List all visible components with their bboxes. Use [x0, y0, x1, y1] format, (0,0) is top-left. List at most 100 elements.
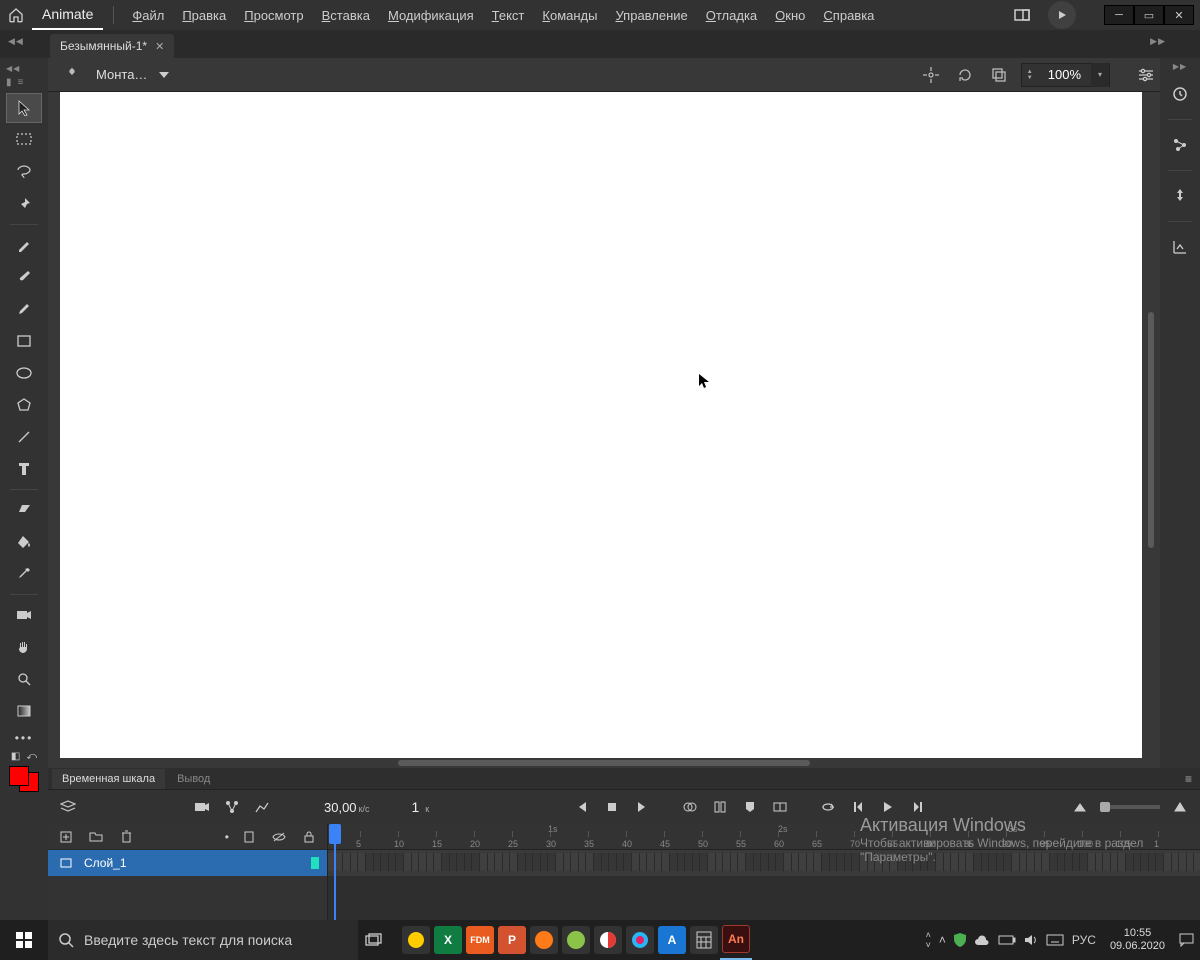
menu-window[interactable]: Окно: [767, 0, 813, 30]
properties-panel-icon[interactable]: [1165, 79, 1195, 109]
tab-timeline[interactable]: Временная шкала: [52, 769, 165, 789]
play-button[interactable]: [878, 797, 898, 817]
new-layer-button[interactable]: [56, 827, 76, 847]
taskbar-search[interactable]: Введите здесь текст для поиска: [48, 920, 358, 960]
fill-stroke-swatch[interactable]: [9, 766, 39, 792]
new-folder-button[interactable]: [86, 827, 106, 847]
lasso-tool[interactable]: [6, 157, 42, 187]
lock-header-icon[interactable]: [299, 827, 319, 847]
taskbar-app-blue[interactable]: A: [656, 920, 688, 960]
taskbar-app-globe[interactable]: [592, 920, 624, 960]
layer-outline-swatch[interactable]: [311, 857, 319, 869]
menu-edit[interactable]: Правка: [174, 0, 234, 30]
tray-volume-icon[interactable]: [1024, 934, 1038, 946]
panel-grip-icon[interactable]: ▮: [6, 77, 12, 88]
tray-shield-icon[interactable]: [954, 933, 966, 947]
panel-menu-icon[interactable]: ≡: [18, 77, 24, 88]
assets-panel-icon[interactable]: [1165, 181, 1195, 211]
marker-button[interactable]: [740, 797, 760, 817]
stop-button[interactable]: [602, 797, 622, 817]
menu-modify[interactable]: Модификация: [380, 0, 482, 30]
taskbar-app-fdm[interactable]: FDM: [464, 920, 496, 960]
minimize-button[interactable]: ─: [1104, 5, 1134, 25]
taskbar-app-calculator[interactable]: [688, 920, 720, 960]
oval-tool[interactable]: [6, 358, 42, 388]
delete-layer-button[interactable]: [116, 827, 136, 847]
rectangle-tool[interactable]: [6, 326, 42, 356]
camera-layer-icon[interactable]: [192, 797, 212, 817]
line-tool[interactable]: [6, 422, 42, 452]
default-colors-icon[interactable]: ◧: [11, 751, 20, 762]
align-panel-icon[interactable]: [1165, 232, 1195, 262]
tray-up-icon[interactable]: ˄: [939, 933, 946, 947]
zoom-timeline-in-icon[interactable]: [1170, 797, 1190, 817]
task-view-button[interactable]: [358, 920, 390, 960]
frame-ruler[interactable]: 1s 2s 3s 5101520253035404550556065707580…: [328, 824, 1200, 850]
menu-help[interactable]: Справка: [815, 0, 882, 30]
zoom-dropdown-icon[interactable]: ▾: [1091, 63, 1109, 87]
test-movie-button[interactable]: [1048, 1, 1076, 29]
zoom-stepper-icon[interactable]: ▲▼: [1022, 63, 1038, 87]
tray-cloud-icon[interactable]: [974, 935, 990, 946]
tray-expand-icon[interactable]: ˄˅: [926, 930, 931, 950]
menu-commands[interactable]: Команды: [534, 0, 605, 30]
workspace-switch-icon[interactable]: [1008, 1, 1036, 29]
taskbar-app-orange-circle[interactable]: [528, 920, 560, 960]
onion-skin-button[interactable]: [680, 797, 700, 817]
pen-tool[interactable]: [6, 230, 42, 260]
swap-colors-icon[interactable]: ⤺: [26, 751, 37, 762]
scene-dropdown[interactable]: Монта…: [96, 67, 169, 82]
visibility-header-icon[interactable]: [269, 827, 289, 847]
document-tab[interactable]: Безымянный-1* ✕: [50, 34, 174, 58]
clip-stage-icon[interactable]: [987, 63, 1011, 87]
fps-display[interactable]: 30,00к/с: [324, 800, 370, 815]
tray-keyboard-icon[interactable]: [1046, 934, 1064, 946]
outline-layer-icon[interactable]: [239, 827, 259, 847]
subselection-tool[interactable]: [6, 125, 42, 155]
stage[interactable]: [60, 92, 1142, 758]
tools-collapse-icon[interactable]: ◀◀: [6, 64, 20, 73]
menu-control[interactable]: Управление: [607, 0, 695, 30]
step-back-button[interactable]: [848, 797, 868, 817]
layers-icon[interactable]: [58, 797, 78, 817]
gradient-tool[interactable]: [6, 696, 42, 726]
polygon-tool[interactable]: [6, 390, 42, 420]
menu-view[interactable]: Просмотр: [236, 0, 311, 30]
frame-area[interactable]: 1s 2s 3s 5101520253035404550556065707580…: [328, 824, 1200, 920]
close-button[interactable]: ✕: [1164, 5, 1194, 25]
selection-tool[interactable]: [6, 93, 42, 123]
brush-tool[interactable]: [6, 262, 42, 292]
step-forward-button[interactable]: [908, 797, 928, 817]
pencil-tool[interactable]: [6, 294, 42, 324]
pin-tool[interactable]: [6, 189, 42, 219]
tray-battery-icon[interactable]: [998, 935, 1016, 945]
tray-clock[interactable]: 10:55 09.06.2020: [1104, 927, 1171, 953]
fill-swatch[interactable]: [9, 766, 29, 786]
maximize-button[interactable]: ▭: [1134, 5, 1164, 25]
camera-tool[interactable]: [6, 600, 42, 630]
menu-text[interactable]: Текст: [484, 0, 533, 30]
menu-debug[interactable]: Отладка: [698, 0, 765, 30]
stage-horizontal-scrollbar[interactable]: [398, 760, 810, 766]
scene-icon[interactable]: [64, 66, 80, 82]
panel-collapse-left-icon[interactable]: ◀◀: [8, 36, 24, 47]
menu-file[interactable]: Файл: [124, 0, 172, 30]
center-stage-icon[interactable]: [919, 63, 943, 87]
playhead[interactable]: [334, 824, 336, 920]
tray-language[interactable]: РУС: [1072, 933, 1096, 947]
library-panel-icon[interactable]: [1165, 130, 1195, 160]
panel-collapse-right-icon[interactable]: ▶▶: [1150, 36, 1166, 47]
playhead-handle[interactable]: [329, 824, 341, 844]
timeline-panel-menu-icon[interactable]: ≡: [1185, 772, 1192, 786]
rotate-stage-icon[interactable]: [953, 63, 977, 87]
loop-button[interactable]: [818, 797, 838, 817]
go-last-frame-button[interactable]: [632, 797, 652, 817]
taskbar-app-excel[interactable]: X: [432, 920, 464, 960]
go-first-frame-button[interactable]: [572, 797, 592, 817]
taskbar-app-animate[interactable]: An: [720, 920, 752, 960]
right-collapse-icon[interactable]: ▶▶: [1173, 62, 1187, 71]
start-button[interactable]: [0, 920, 48, 960]
hand-tool[interactable]: [6, 632, 42, 662]
tab-output[interactable]: Вывод: [167, 769, 220, 789]
zoom-value[interactable]: 100%: [1038, 67, 1091, 82]
